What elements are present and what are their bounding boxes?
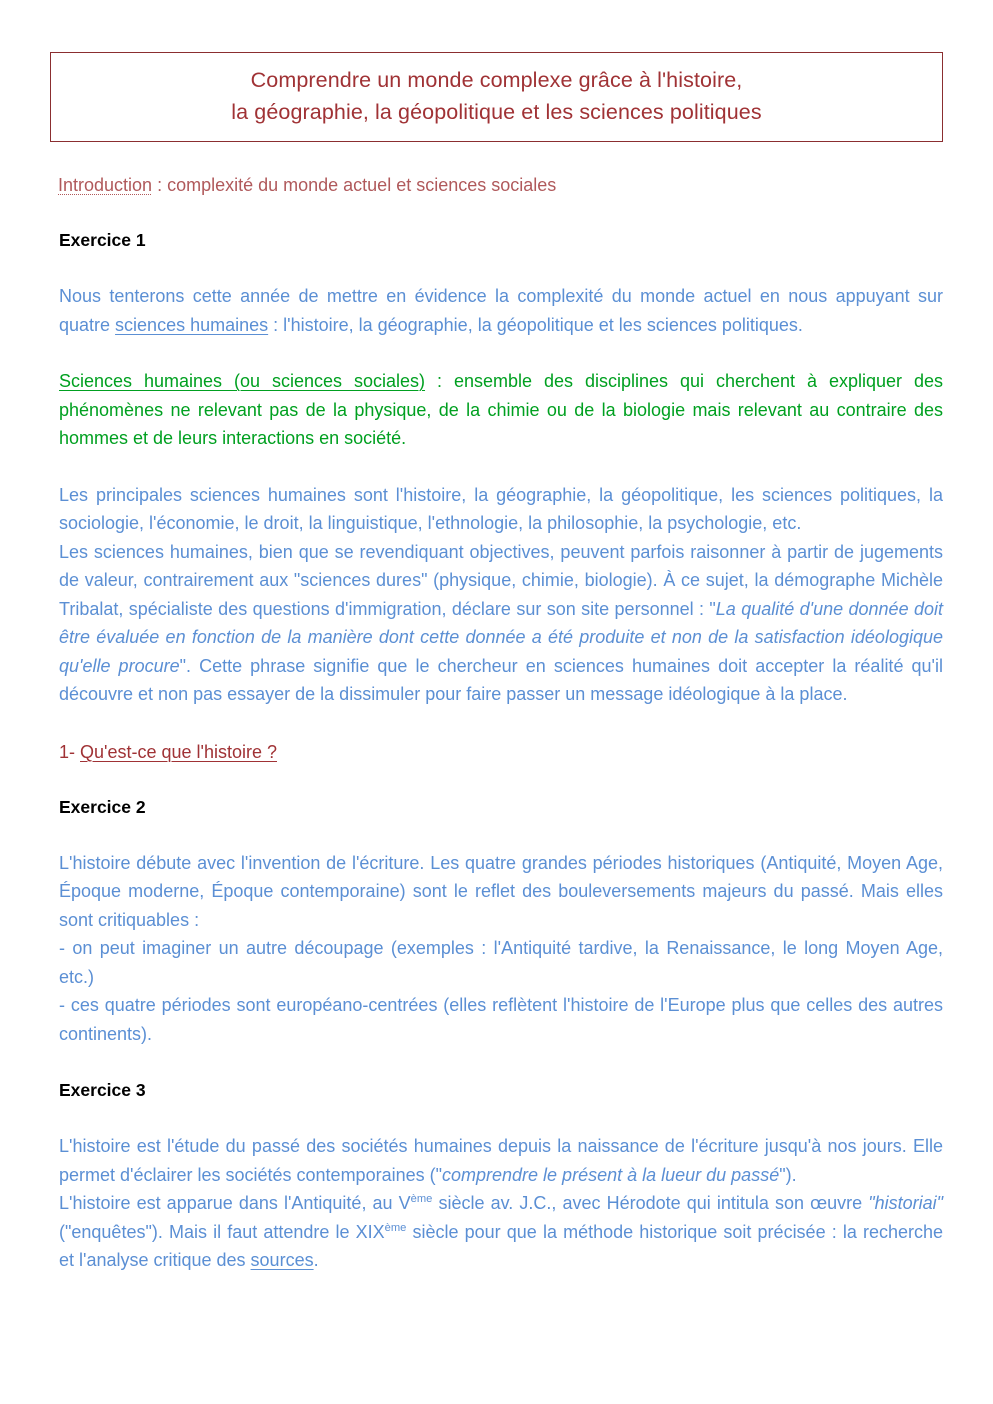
exercice3-p2-part2: siècle av. J.C., avec Hérodote qui intit… [432,1193,869,1213]
exercice3-paragraph-1: L'histoire est l'étude du passé des soci… [59,1132,943,1189]
document-page: Comprendre un monde complexe grâce à l'h… [0,0,993,1404]
introduction-line: Introduction : complexité du monde actue… [58,172,943,198]
exercice3-p2-part3: ("enquêtes"). Mais il faut attendre le X… [59,1221,385,1242]
exercice3-p1-part2: "). [779,1164,797,1185]
quote-comprendre-present: comprendre le présent à la lueur du pass… [442,1164,780,1185]
term-sciences-humaines: sciences humaines [115,314,269,335]
quote-historiai: "historiai" [868,1193,943,1213]
exercice1-p1-part2: : l'histoire, la géographie, la géopolit… [268,314,803,335]
heading-exercice-1: Exercice 1 [59,230,146,250]
superscript-veme: ème [410,1193,433,1205]
exercice1-paragraph-3: Les principales sciences humaines sont l… [59,484,943,534]
exercice3-p2-part5: . [313,1250,319,1270]
document-title-line-1: Comprendre un monde complexe grâce à l'h… [250,68,743,92]
definition-sciences-humaines: Sciences humaines (ou sciences sociales)… [59,367,943,453]
exercice2-bullet-2: - ces quatre périodes sont européano-cen… [59,995,943,1044]
introduction-rest: : complexité du monde actuel et sciences… [152,175,557,195]
superscript-xixeme: ème [384,1221,407,1234]
exercice3-p2-part1: L'histoire est apparue dans l'Antiquité,… [59,1193,411,1213]
definition-term: Sciences humaines (ou sciences sociales) [59,371,426,391]
section-number: 1- [59,741,81,762]
introduction-label: Introduction [58,175,153,195]
term-sources: sources [250,1250,314,1270]
heading-exercice-2: Exercice 2 [59,796,146,817]
heading-exercice-3: Exercice 3 [59,1080,146,1100]
document-title-line-2: la géographie, la géopolitique et les sc… [231,100,762,124]
exercice1-paragraph-1: Nous tenterons cette année de mettre en … [59,282,943,339]
exercice1-p4-part2: ". Cette phrase signifie que le chercheu… [59,655,943,705]
section-title: Qu'est-ce que l'histoire ? [80,741,277,762]
exercice1-paragraph-4: Les sciences humaines, bien que se reven… [59,538,943,709]
exercice2-paragraph-1: L'histoire débute avec l'invention de l'… [59,852,943,930]
exercice2-bullet-1: - on peut imaginer un autre découpage (e… [59,938,943,987]
section-heading-1: 1- Qu'est-ce que l'histoire ? [59,739,943,765]
exercice3-paragraph-2: L'histoire est apparue dans l'Antiquité,… [59,1189,943,1275]
document-title-box: Comprendre un monde complexe grâce à l'h… [50,52,943,142]
